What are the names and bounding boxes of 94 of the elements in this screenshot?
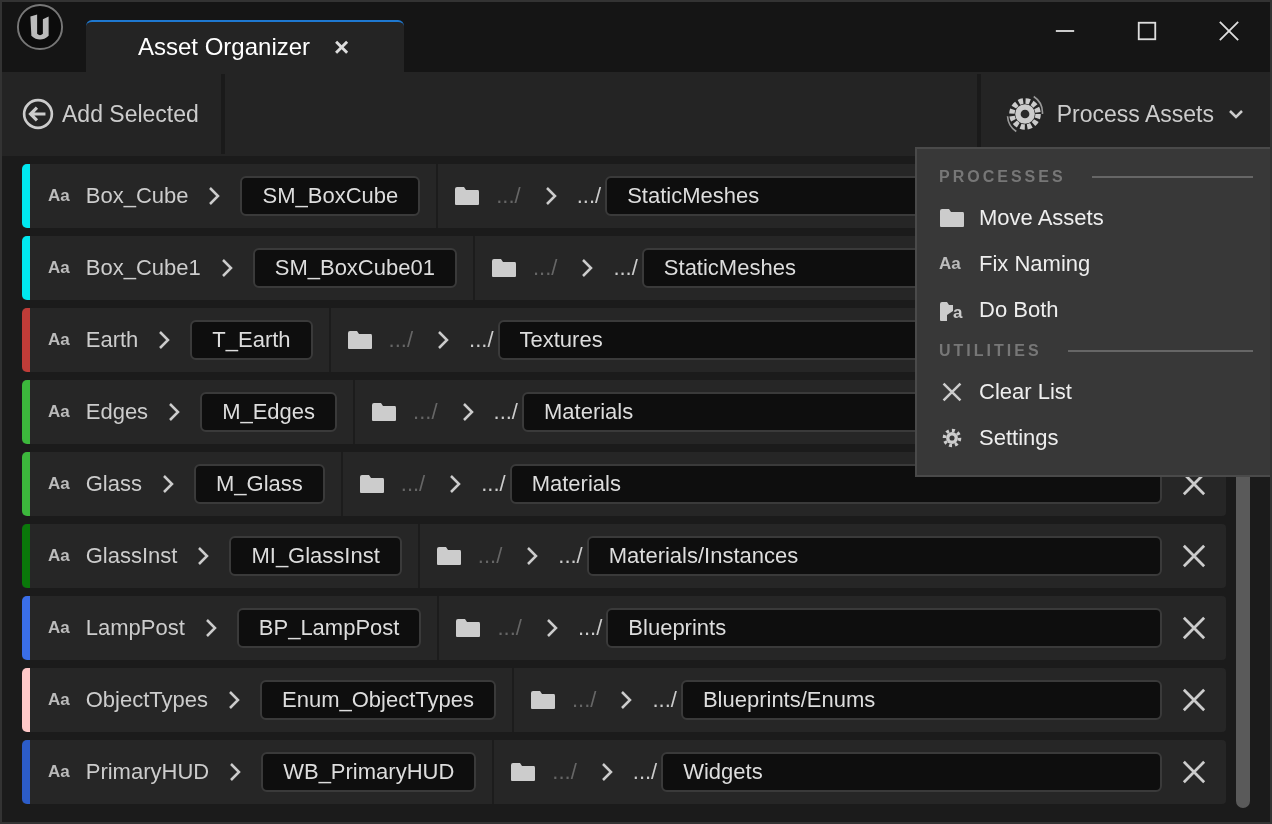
asset-name: Earth (85, 327, 139, 353)
source-folder: .../ (400, 471, 426, 497)
type-glyph: Aa (48, 186, 70, 206)
add-selected-button[interactable]: Add Selected (2, 84, 221, 144)
new-name-field[interactable]: BP_LampPost (236, 608, 422, 648)
chevron-icon (620, 690, 633, 710)
path-prefix: .../ (493, 399, 518, 425)
folder-icon (530, 690, 556, 710)
path-field[interactable]: Blueprints (606, 608, 1162, 648)
new-name-field[interactable]: SM_BoxCube (240, 176, 421, 216)
folder-icon (455, 618, 482, 638)
path-prefix: .../ (558, 543, 583, 569)
folder-icon (346, 330, 373, 350)
asset-name: LampPost (85, 615, 185, 641)
path-field[interactable]: Materials/Instances (586, 536, 1162, 576)
path-field[interactable]: Widgets (661, 752, 1162, 792)
chevron-icon (581, 258, 594, 278)
asset-name: Box_Cube (85, 183, 189, 209)
path-prefix: .../ (613, 255, 638, 281)
source-folder: .../ (413, 399, 438, 425)
remove-icon[interactable] (1182, 760, 1206, 784)
new-name-field[interactable]: Enum_ObjectTypes (260, 680, 496, 720)
path-prefix: .../ (469, 327, 494, 353)
new-name-field[interactable]: MI_GlassInst (229, 536, 402, 576)
type-glyph: Aa (48, 258, 70, 278)
menu-section-title: UTILITIES (939, 342, 1042, 360)
folder-icon (510, 762, 537, 782)
type-glyph: Aa (48, 690, 70, 710)
path-prefix: .../ (577, 615, 603, 641)
path-prefix: .../ (632, 759, 658, 785)
source-folder: .../ (532, 255, 558, 281)
type-glyph: Aa (48, 618, 70, 638)
type-glyph: Aa (939, 253, 962, 275)
chevron-icon (544, 186, 557, 206)
chevron-icon (197, 546, 210, 566)
chevron-icon (204, 618, 217, 638)
chevron-icon (437, 330, 450, 350)
engine-logo-icon (16, 3, 64, 51)
new-name-field[interactable]: M_Glass (194, 464, 325, 504)
chevron-icon (526, 546, 539, 566)
tab-close-button[interactable]: × (334, 31, 350, 63)
chevron-icon (220, 258, 233, 278)
chevron-icon (228, 690, 240, 710)
asset-name: Edges (85, 399, 149, 425)
folder-icon (435, 546, 462, 566)
new-name-field[interactable]: SM_BoxCube01 (252, 248, 457, 288)
chevron-icon (229, 762, 242, 782)
type-glyph: a (953, 304, 963, 321)
asset-name: PrimaryHUD (85, 759, 210, 785)
source-folder: .../ (496, 183, 521, 209)
asset-name: Glass (85, 471, 142, 497)
type-glyph: Aa (48, 474, 70, 494)
chevron-icon (461, 402, 474, 422)
chevron-icon (162, 474, 174, 494)
new-name-field[interactable]: M_Edges (200, 392, 338, 432)
source-folder: .../ (552, 759, 577, 785)
type-glyph: Aa (48, 762, 70, 782)
path-prefix: .../ (652, 687, 677, 713)
close-icon[interactable] (1218, 20, 1240, 42)
tab-title: Asset Organizer (138, 33, 311, 61)
folder-icon (939, 207, 965, 229)
source-folder: .../ (477, 543, 503, 569)
folder-icon (939, 301, 953, 321)
back-arrow-circle-icon (22, 98, 54, 130)
path-prefix: .../ (576, 183, 602, 209)
source-folder: .../ (497, 615, 522, 641)
remove-icon[interactable] (1182, 688, 1206, 712)
source-folder: .../ (572, 687, 597, 713)
remove-icon[interactable] (1182, 544, 1206, 568)
new-name-field[interactable]: T_Earth (190, 320, 313, 360)
type-glyph: Aa (48, 402, 70, 422)
folder-icon (454, 186, 481, 206)
folder-icon (371, 402, 398, 422)
chevron-icon (449, 474, 462, 494)
remove-icon[interactable] (1182, 616, 1206, 640)
type-glyph: Aa (48, 546, 70, 566)
chevron-icon (545, 618, 558, 638)
asset-name: Box_Cube1 (85, 255, 201, 281)
folder-icon (490, 258, 517, 278)
chevron-icon (158, 330, 171, 350)
chevron-icon (168, 402, 181, 422)
path-field[interactable]: Blueprints/Enums (680, 680, 1162, 720)
path-prefix: .../ (481, 471, 506, 497)
source-folder: .../ (388, 327, 414, 353)
new-name-field[interactable]: WB_PrimaryHUD (261, 752, 477, 792)
asset-name: GlassInst (85, 543, 178, 569)
chevron-icon (208, 186, 221, 206)
folder-icon (358, 474, 385, 494)
type-glyph: Aa (48, 330, 70, 350)
asset-organizer-tab[interactable]: Asset Organizer × (86, 20, 404, 72)
process-assets-button[interactable]: Process Assets (980, 84, 1270, 144)
maximize-icon[interactable] (1136, 20, 1158, 42)
chevron-icon (600, 762, 613, 782)
asset-name: ObjectTypes (85, 687, 208, 713)
